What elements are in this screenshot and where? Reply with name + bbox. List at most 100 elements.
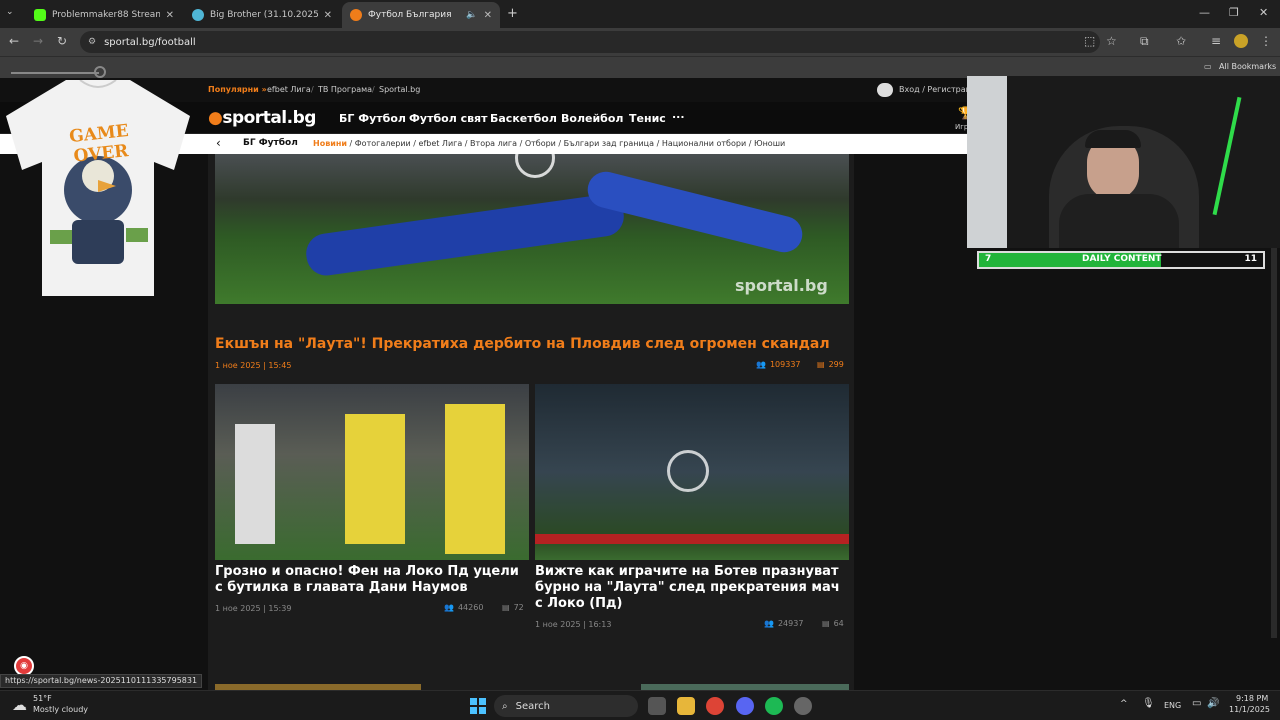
new-tab-button[interactable]: + [507,6,518,21]
close-icon[interactable]: ✕ [484,10,492,21]
main-story-headline[interactable]: Екшън на "Лаута"! Прекратиха дербито на … [215,336,849,352]
install-icon[interactable]: ⬚ [1084,34,1095,48]
obs-icon[interactable] [794,697,812,715]
bookmark-star-icon[interactable]: ☆ [1106,34,1117,48]
story-image[interactable] [215,384,529,560]
address-bar[interactable]: ⚙ sportal.bg/football [80,31,1100,53]
site-info-icon[interactable]: ⚙ [88,37,96,47]
main-story-views: 👥 109337 [756,360,801,369]
big-brother-icon [192,9,204,21]
player-yellow [445,404,505,554]
play-icon[interactable] [515,154,555,178]
chevron-up-icon[interactable]: ^ [1120,699,1128,709]
top-link-efbet[interactable]: efbet Лига [267,85,311,94]
subnav-back-button[interactable]: ‹ [216,137,221,149]
story-views: 👥 24937 [764,619,803,628]
story-headline[interactable]: Вижте как играчите на Ботев празнуват бу… [535,564,849,612]
story-date: 1 ное 2025 | 15:39 [215,604,292,613]
nav-volleyball[interactable]: Волейбол [561,112,623,125]
daily-total: 11 [1244,254,1257,264]
bookmarks-bar: ▭ All Bookmarks [0,56,1280,78]
webcam-overlay [967,76,1280,248]
chrome-icon[interactable] [706,697,724,715]
folder-icon: ▭ [1204,62,1212,71]
subnav-item[interactable]: Юноши [754,139,785,148]
story-views: 👥 44260 [444,603,483,612]
top-link-sportal[interactable]: Sportal.bg [379,85,420,94]
tab-search-icon[interactable]: ≡ [1211,34,1221,48]
network-icon[interactable]: ▭ [1192,698,1201,709]
subnav-item[interactable]: Отбори [525,139,556,148]
daily-label: DAILY CONTENT [1082,254,1162,264]
tab-kick-stream[interactable]: Problemmaker88 Stream - Watc ✕ [26,2,182,28]
clock-time[interactable]: 9:18 PM [1236,694,1268,703]
speaker-icon[interactable]: 🔈 [466,10,477,20]
main-story-date: 1 ное 2025 | 15:45 [215,361,292,370]
tab-search-icon[interactable]: ⌄ [6,7,14,17]
story-headline[interactable]: Грозно и опасно! Фен на Локо Пд уцели с … [215,564,529,596]
tab-big-brother[interactable]: Big Brother (31.10.2025) - Сезо ✕ [184,2,340,28]
subnav-item[interactable]: Фотогалерии [355,139,411,148]
file-explorer-icon[interactable] [677,697,695,715]
notification-icon[interactable]: ◉ [14,656,34,676]
task-view-icon[interactable] [648,697,666,715]
sportal-logo[interactable]: ●sportal.bg [208,108,316,128]
player-figure [303,191,627,279]
views-icon: 👥 [764,619,774,628]
hanger-hook [94,66,106,78]
microphone-icon[interactable]: 🎙 [1142,698,1155,709]
volume-icon[interactable]: 🔊 [1207,698,1219,709]
subnav-news[interactable]: Новини [313,139,347,148]
comments-count: 72 [513,603,524,612]
forward-icon[interactable]: → [33,34,43,48]
weather-desc: Mostly cloudy [33,705,88,714]
subnav-item[interactable]: Втора лига [470,139,517,148]
all-bookmarks-link[interactable]: All Bookmarks [1219,62,1276,71]
weather-temp: 51°F [33,694,52,703]
hanger-bar [11,72,99,74]
nav-world-football[interactable]: Футбол свят [409,112,488,125]
menu-icon[interactable]: ⋮ [1260,34,1272,48]
main-story-image[interactable]: sportal.bg [215,154,849,304]
nav-bg-football[interactable]: БГ Футбол [339,112,406,125]
taskbar-search[interactable]: ⌕ Search [494,695,638,717]
close-icon[interactable]: ✕ [166,10,174,21]
tab-sportal[interactable]: Футбол България 🔈 ✕ [342,2,500,28]
daily-count: 7 [985,254,992,264]
spotify-icon[interactable] [765,697,783,715]
restore-icon[interactable]: ❐ [1229,6,1239,19]
extensions-icon[interactable]: ⧉ [1140,34,1149,49]
user-icon [877,83,893,97]
favorites-icon[interactable]: ✩ [1176,34,1186,48]
clock-date[interactable]: 11/1/2025 [1229,705,1270,714]
nav-tennis[interactable]: Тенис [629,112,666,125]
close-icon[interactable]: ✕ [324,10,332,21]
top-link-tv[interactable]: ТВ Програма [318,85,372,94]
subnav-section[interactable]: БГ Футбол [243,138,298,148]
player-white [235,424,275,544]
weather-icon[interactable]: ☁ [12,696,27,714]
play-icon[interactable] [667,450,709,492]
tab-title: Big Brother (31.10.2025) - Сезо [210,10,318,20]
subnav-item[interactable]: Национални отбори [662,139,746,148]
minimize-icon[interactable]: — [1199,6,1210,19]
nav-basketball[interactable]: Баскетбол [490,112,557,125]
close-window-icon[interactable]: ✕ [1259,6,1268,19]
story-image[interactable] [535,384,849,560]
language-indicator[interactable]: ENG [1164,701,1181,710]
reload-icon[interactable]: ↻ [57,34,67,48]
back-icon[interactable]: ← [9,34,19,48]
views-icon: 👥 [444,603,454,612]
sportal-icon [350,9,362,21]
subnav-item[interactable]: efbet Лига [419,139,463,148]
story-comments: ▤ 64 [822,619,844,628]
nav-more-button[interactable]: ... [672,108,685,121]
streamer-hair [1085,130,1141,148]
profile-avatar[interactable] [1234,34,1248,48]
story-date: 1 ное 2025 | 16:13 [535,620,612,629]
subnav-item[interactable]: Българи зад граница [564,139,654,148]
kick-icon [34,9,46,21]
windows-start-icon[interactable] [470,698,486,714]
discord-icon[interactable] [736,697,754,715]
tab-title: Футбол България [368,10,452,20]
